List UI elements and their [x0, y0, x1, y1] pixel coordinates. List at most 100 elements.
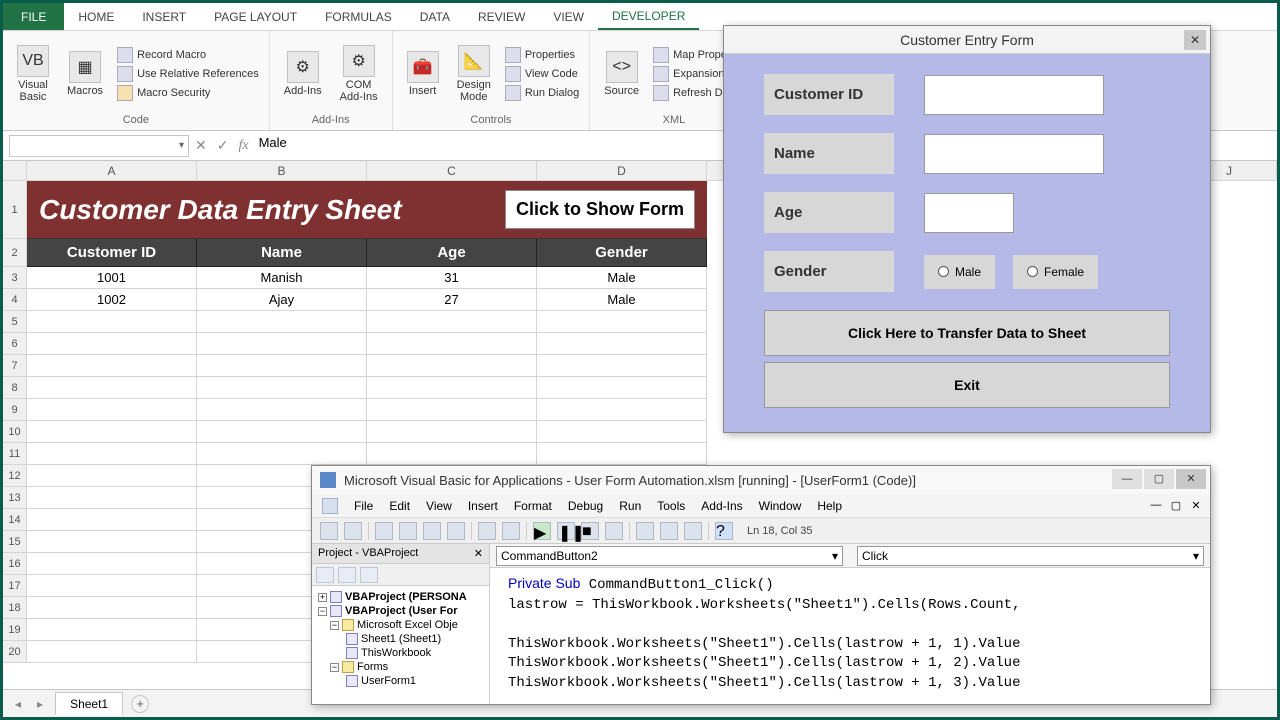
row-header[interactable]: 16 — [3, 553, 27, 575]
tb-icon[interactable] — [478, 522, 496, 540]
cell[interactable] — [27, 597, 197, 619]
tab-file[interactable]: FILE — [3, 3, 64, 30]
row-header[interactable]: 3 — [3, 267, 27, 289]
menu-insert[interactable]: Insert — [468, 499, 498, 513]
row-header[interactable]: 10 — [3, 421, 27, 443]
cell[interactable]: 1001 — [27, 267, 197, 289]
visual-basic-button[interactable]: VBVisual Basic — [13, 35, 53, 112]
vba-titlebar[interactable]: Microsoft Visual Basic for Applications … — [312, 466, 1210, 494]
col-header[interactable]: D — [537, 161, 707, 181]
menu-tools[interactable]: Tools — [657, 499, 685, 513]
use-relative-button[interactable]: Use Relative References — [117, 66, 259, 82]
tb-icon[interactable] — [423, 522, 441, 540]
cell[interactable] — [197, 355, 367, 377]
tb-icon[interactable] — [360, 567, 378, 583]
com-addins-button[interactable]: ⚙COM Add-Ins — [336, 35, 382, 112]
tb-icon[interactable] — [636, 522, 654, 540]
name-box[interactable]: ▾ — [9, 135, 189, 157]
cell[interactable]: 1002 — [27, 289, 197, 311]
row-header[interactable]: 2 — [3, 239, 27, 267]
tab-review[interactable]: REVIEW — [464, 3, 539, 30]
macros-button[interactable]: ▦Macros — [63, 35, 107, 112]
row-header[interactable]: 11 — [3, 443, 27, 465]
exit-button[interactable]: Exit — [764, 362, 1170, 408]
insert-control-button[interactable]: 🧰Insert — [403, 35, 443, 112]
cell[interactable] — [537, 443, 707, 465]
procedure-combo[interactable]: Click▾ — [857, 546, 1204, 566]
menu-run[interactable]: Run — [619, 499, 641, 513]
run-icon[interactable]: ▶ — [533, 522, 551, 540]
cell[interactable] — [537, 355, 707, 377]
record-macro-button[interactable]: Record Macro — [117, 47, 259, 63]
menu-view[interactable]: View — [426, 499, 452, 513]
cell[interactable] — [367, 377, 537, 399]
break-icon[interactable]: ❚❚ — [557, 522, 575, 540]
cell[interactable] — [27, 575, 197, 597]
table-header[interactable]: Gender — [537, 239, 707, 267]
tb-icon[interactable] — [338, 567, 356, 583]
close-icon[interactable]: ✕ — [1184, 30, 1206, 50]
add-sheet-button[interactable]: + — [131, 695, 149, 713]
tb-icon[interactable] — [447, 522, 465, 540]
close-icon[interactable]: ✕ — [1176, 469, 1206, 489]
cell[interactable] — [27, 553, 197, 575]
row-header[interactable]: 6 — [3, 333, 27, 355]
table-header[interactable]: Age — [367, 239, 537, 267]
tab-insert[interactable]: INSERT — [128, 3, 200, 30]
cell[interactable] — [197, 311, 367, 333]
row-header[interactable]: 17 — [3, 575, 27, 597]
row-header[interactable]: 7 — [3, 355, 27, 377]
tb-icon[interactable] — [344, 522, 362, 540]
tb-icon[interactable] — [320, 522, 338, 540]
cell[interactable] — [537, 399, 707, 421]
enter-icon[interactable]: ✓ — [217, 137, 229, 154]
menu-window[interactable]: Window — [759, 499, 802, 513]
menu-help[interactable]: Help — [817, 499, 842, 513]
cell[interactable] — [27, 311, 197, 333]
tree-project[interactable]: +VBAProject (PERSONA — [314, 590, 487, 604]
row-header[interactable]: 20 — [3, 641, 27, 663]
mdi-close-icon[interactable]: ✕ — [1188, 499, 1204, 512]
tb-icon[interactable] — [502, 522, 520, 540]
tree-sheet[interactable]: Sheet1 (Sheet1) — [314, 632, 487, 646]
cell[interactable] — [537, 311, 707, 333]
cell[interactable]: 27 — [367, 289, 537, 311]
maximize-icon[interactable]: ▢ — [1144, 469, 1174, 489]
tb-icon[interactable] — [375, 522, 393, 540]
row-header[interactable]: 1 — [3, 181, 27, 239]
transfer-data-button[interactable]: Click Here to Transfer Data to Sheet — [764, 310, 1170, 356]
tb-icon[interactable] — [660, 522, 678, 540]
tab-formulas[interactable]: FORMULAS — [311, 3, 406, 30]
input-name[interactable] — [924, 134, 1104, 174]
col-header[interactable]: B — [197, 161, 367, 181]
cell[interactable]: Male — [537, 267, 707, 289]
row-header[interactable]: 13 — [3, 487, 27, 509]
cell[interactable] — [367, 311, 537, 333]
table-header[interactable]: Customer ID — [27, 239, 197, 267]
cell[interactable] — [197, 399, 367, 421]
addins-button[interactable]: ⚙Add-Ins — [280, 35, 326, 112]
tree-workbook[interactable]: ThisWorkbook — [314, 646, 487, 660]
radio-female[interactable]: Female — [1013, 255, 1098, 289]
cell[interactable] — [197, 377, 367, 399]
tab-view[interactable]: VIEW — [539, 3, 598, 30]
input-age[interactable] — [924, 193, 1014, 233]
help-icon[interactable]: ? — [715, 522, 733, 540]
cell[interactable] — [27, 465, 197, 487]
cell[interactable] — [27, 641, 197, 663]
tb-icon[interactable] — [684, 522, 702, 540]
row-header[interactable]: 9 — [3, 399, 27, 421]
cell[interactable] — [367, 421, 537, 443]
chevron-down-icon[interactable]: ▾ — [179, 140, 184, 151]
cell[interactable] — [27, 509, 197, 531]
menu-debug[interactable]: Debug — [568, 499, 603, 513]
tree-folder[interactable]: −Microsoft Excel Obje — [314, 618, 487, 632]
reset-icon[interactable]: ■ — [581, 522, 599, 540]
properties-button[interactable]: Properties — [505, 47, 579, 63]
run-dialog-button[interactable]: Run Dialog — [505, 85, 579, 101]
cell[interactable] — [367, 443, 537, 465]
row-header[interactable]: 19 — [3, 619, 27, 641]
object-combo[interactable]: CommandButton2▾ — [496, 546, 843, 566]
cell[interactable]: Manish — [197, 267, 367, 289]
menu-format[interactable]: Format — [514, 499, 552, 513]
